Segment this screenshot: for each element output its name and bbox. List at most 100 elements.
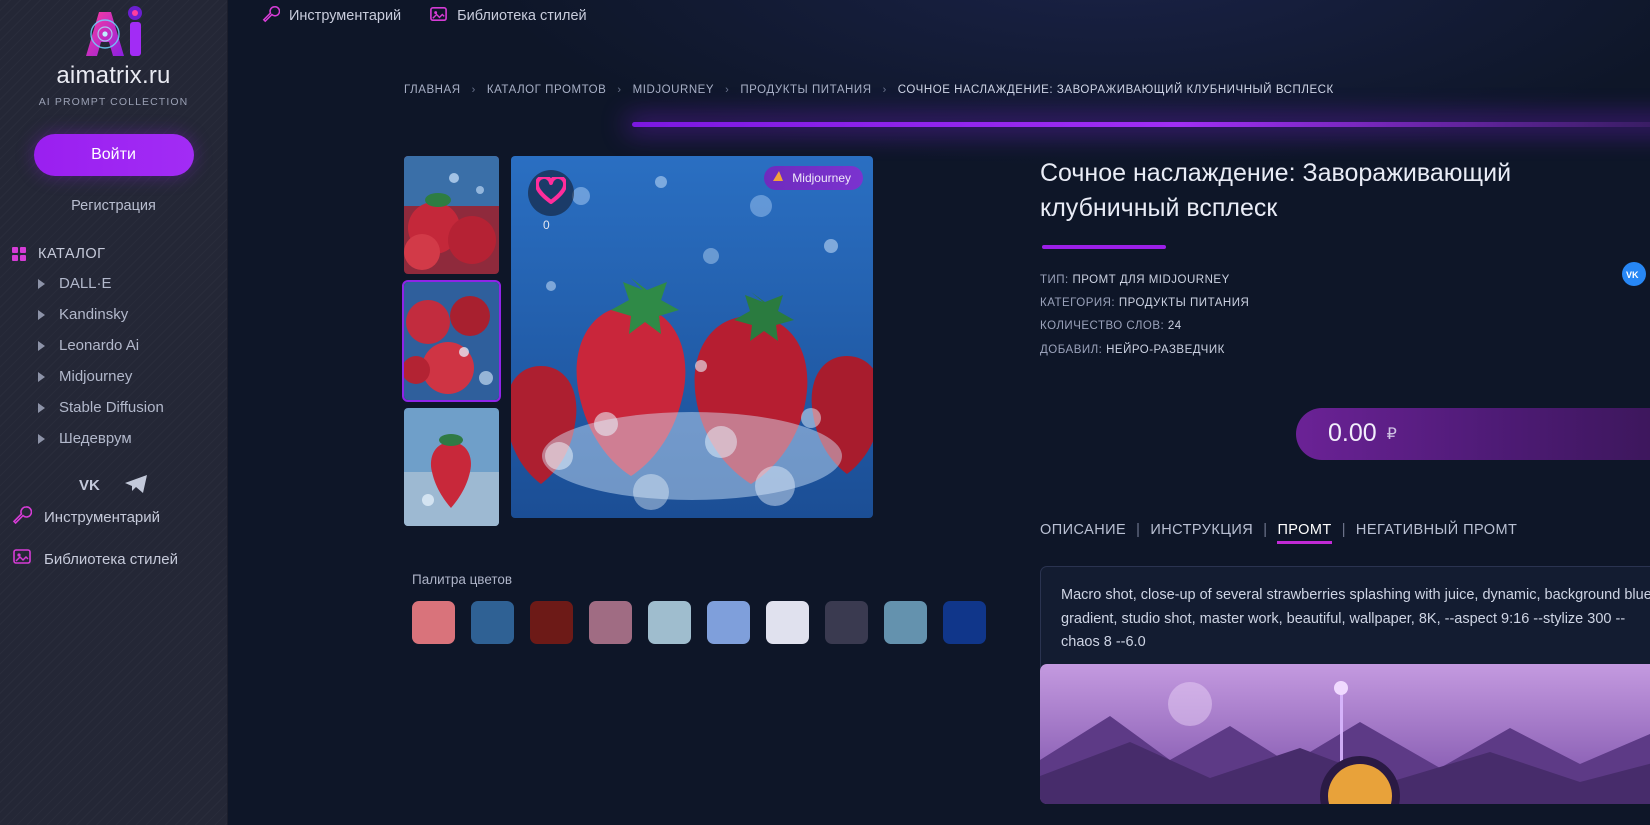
- catalog-label: КАТАЛОГ: [38, 246, 106, 262]
- thumbnail-3[interactable]: [404, 408, 499, 526]
- sidebar-item-shedevrum[interactable]: Шедеврум: [0, 423, 227, 454]
- brand-tagline: AI PROMPT COLLECTION: [0, 96, 227, 108]
- color-swatch[interactable]: [648, 601, 691, 644]
- sidebar-item-catalog[interactable]: КАТАЛОГ: [0, 240, 227, 268]
- catalog-nav: КАТАЛОГ DALL·E Kandinsky Leonardo Ai Mid…: [0, 240, 227, 454]
- price-currency: ₽: [1387, 424, 1397, 444]
- meta-value: ПРОМТ ДЛЯ MIDJOURNEY: [1072, 274, 1229, 286]
- nav-label: Midjourney: [59, 368, 132, 385]
- tab-bar: ОПИСАНИЕ | ИНСТРУКЦИЯ | ПРОМТ | НЕГАТИВН…: [1040, 522, 1650, 544]
- breadcrumb-item-category[interactable]: ПРОДУКТЫ ПИТАНИЯ: [740, 84, 871, 96]
- breadcrumb-separator: ›: [883, 84, 887, 96]
- page-title: Сочное наслаждение: Завораживающий клубн…: [1040, 156, 1640, 225]
- nav-label: Stable Diffusion: [59, 399, 164, 416]
- svg-text:VK: VK: [79, 477, 100, 492]
- nav-label: Шедеврум: [59, 430, 132, 447]
- model-badge[interactable]: Midjourney: [764, 166, 863, 190]
- color-swatch[interactable]: [825, 601, 868, 644]
- breadcrumb-item-catalog[interactable]: КАТАЛОГ ПРОМТОВ: [487, 84, 607, 96]
- main-content: Инструментарий Библиотека стилей ГЛАВНАЯ…: [228, 0, 1650, 825]
- thumbnail-2[interactable]: [404, 282, 499, 400]
- sidebar-item-instrumentarii[interactable]: Инструментарий: [0, 496, 227, 538]
- login-button[interactable]: Войти: [34, 134, 194, 176]
- meta-key: КОЛИЧЕСТВО СЛОВ:: [1040, 320, 1164, 332]
- register-link[interactable]: Регистрация: [0, 198, 227, 214]
- tab-prompt[interactable]: ПРОМТ: [1277, 522, 1331, 544]
- color-swatch[interactable]: [884, 601, 927, 644]
- meta-key: ДОБАВИЛ:: [1040, 344, 1102, 356]
- prompt-text[interactable]: Macro shot, close-up of several strawber…: [1040, 566, 1650, 673]
- sidebar-social-row: VK: [0, 472, 227, 496]
- tab-separator: |: [1263, 522, 1267, 544]
- meta-value: 24: [1168, 320, 1182, 332]
- midjourney-sail-icon: [772, 170, 785, 186]
- color-swatch[interactable]: [589, 601, 632, 644]
- meta-row: КАТЕГОРИЯ: ПРОДУКТЫ ПИТАНИЯ: [1040, 292, 1650, 315]
- meta-key: ТИП:: [1040, 274, 1069, 286]
- heart-icon: [536, 177, 566, 209]
- thumbnail-1[interactable]: [404, 156, 499, 274]
- gallery-column: 0 Midjourney Палитра цветов: [404, 156, 986, 673]
- wrench-icon: [12, 505, 32, 529]
- product-content: 0 Midjourney Палитра цветов: [228, 96, 1650, 673]
- chevron-right-icon: [38, 310, 45, 320]
- meta-row: ДОБАВИЛ: НЕЙРО-РАЗВЕДЧИК: [1040, 339, 1650, 362]
- sidebar-link-label: Библиотека стилей: [44, 551, 178, 568]
- color-swatch[interactable]: [943, 601, 986, 644]
- color-swatch[interactable]: [530, 601, 573, 644]
- share-block: Поделится VK •••: [1572, 238, 1650, 286]
- meta-key: КАТЕГОРИЯ:: [1040, 297, 1115, 309]
- topbar-item-instrumentarii[interactable]: Инструментарий: [262, 5, 401, 27]
- breadcrumb-separator: ›: [472, 84, 476, 96]
- wrench-icon: [262, 5, 280, 27]
- image-library-icon: [12, 547, 32, 571]
- sidebar-item-style-library[interactable]: Библиотека стилей: [0, 538, 227, 580]
- model-badge-label: Midjourney: [792, 171, 851, 185]
- related-banner-image[interactable]: [1040, 664, 1650, 804]
- sidebar: aimatrix.ru AI PROMPT COLLECTION Войти Р…: [0, 0, 228, 825]
- vk-icon[interactable]: VK: [1622, 262, 1646, 286]
- accent-divider: [632, 122, 1650, 127]
- nav-label: Leonardo Ai: [59, 337, 139, 354]
- meta-row: КОЛИЧЕСТВО СЛОВ: 24: [1040, 315, 1650, 338]
- svg-text:VK: VK: [1626, 270, 1639, 279]
- color-swatch[interactable]: [766, 601, 809, 644]
- telegram-icon[interactable]: [122, 472, 150, 496]
- like-count: 0: [543, 218, 550, 232]
- brand-block: aimatrix.ru AI PROMPT COLLECTION: [0, 0, 227, 108]
- grid-icon: [12, 247, 26, 261]
- color-swatch[interactable]: [412, 601, 455, 644]
- color-swatch[interactable]: [471, 601, 514, 644]
- tab-description[interactable]: ОПИСАНИЕ: [1040, 522, 1126, 544]
- meta-list: ТИП: ПРОМТ ДЛЯ MIDJOURNEY КАТЕГОРИЯ: ПРО…: [1040, 269, 1650, 362]
- color-swatch[interactable]: [707, 601, 750, 644]
- chevron-right-icon: [38, 372, 45, 382]
- color-palette: [412, 601, 986, 644]
- sidebar-item-leonardo[interactable]: Leonardo Ai: [0, 330, 227, 361]
- topbar-label: Библиотека стилей: [457, 8, 587, 24]
- meta-value: НЕЙРО-РАЗВЕДЧИК: [1106, 344, 1225, 356]
- sidebar-item-midjourney[interactable]: Midjourney: [0, 361, 227, 392]
- sidebar-link-label: Инструментарий: [44, 509, 160, 526]
- like-button[interactable]: [528, 170, 574, 216]
- sidebar-item-kandinsky[interactable]: Kandinsky: [0, 299, 227, 330]
- chevron-right-icon: [38, 279, 45, 289]
- breadcrumb-item-midjourney[interactable]: MIDJOURNEY: [633, 84, 715, 96]
- hero-image[interactable]: 0 Midjourney: [511, 156, 873, 518]
- breadcrumb-item-current: СОЧНОЕ НАСЛАЖДЕНИЕ: ЗАВОРАЖИВАЮЩИЙ КЛУБН…: [898, 84, 1334, 96]
- price-badge[interactable]: 0.00 ₽: [1296, 408, 1650, 460]
- title-underline: [1042, 245, 1166, 249]
- tab-instruction[interactable]: ИНСТРУКЦИЯ: [1150, 522, 1253, 544]
- vk-icon[interactable]: VK: [78, 472, 106, 496]
- image-library-icon: [429, 5, 448, 28]
- breadcrumb-item-home[interactable]: ГЛАВНАЯ: [404, 84, 461, 96]
- share-icon-row: VK •••: [1572, 262, 1650, 286]
- sidebar-item-stable-diffusion[interactable]: Stable Diffusion: [0, 392, 227, 423]
- aimatrix-logo-icon[interactable]: [66, 4, 162, 60]
- topbar-label: Инструментарий: [289, 8, 401, 24]
- chevron-right-icon: [38, 341, 45, 351]
- tab-negative-prompt[interactable]: НЕГАТИВНЫЙ ПРОМТ: [1356, 522, 1517, 544]
- sidebar-item-dalle[interactable]: DALL·E: [0, 268, 227, 299]
- top-navbar: Инструментарий Библиотека стилей: [228, 0, 1650, 32]
- topbar-item-style-library[interactable]: Библиотека стилей: [429, 5, 587, 28]
